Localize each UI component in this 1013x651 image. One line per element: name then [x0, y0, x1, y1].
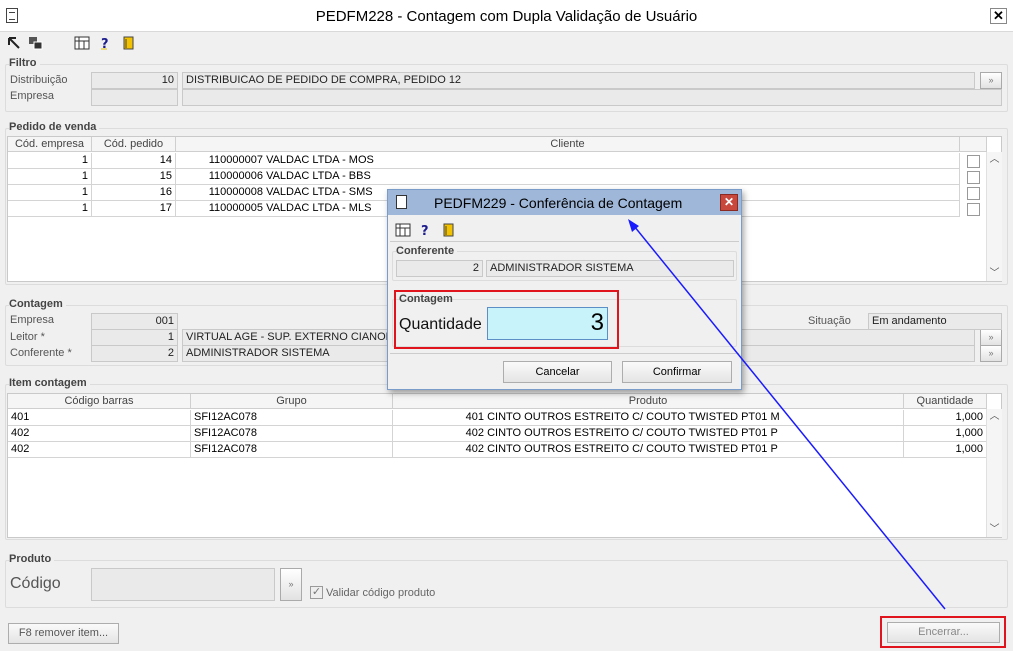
annotation-arrow: [628, 219, 946, 610]
